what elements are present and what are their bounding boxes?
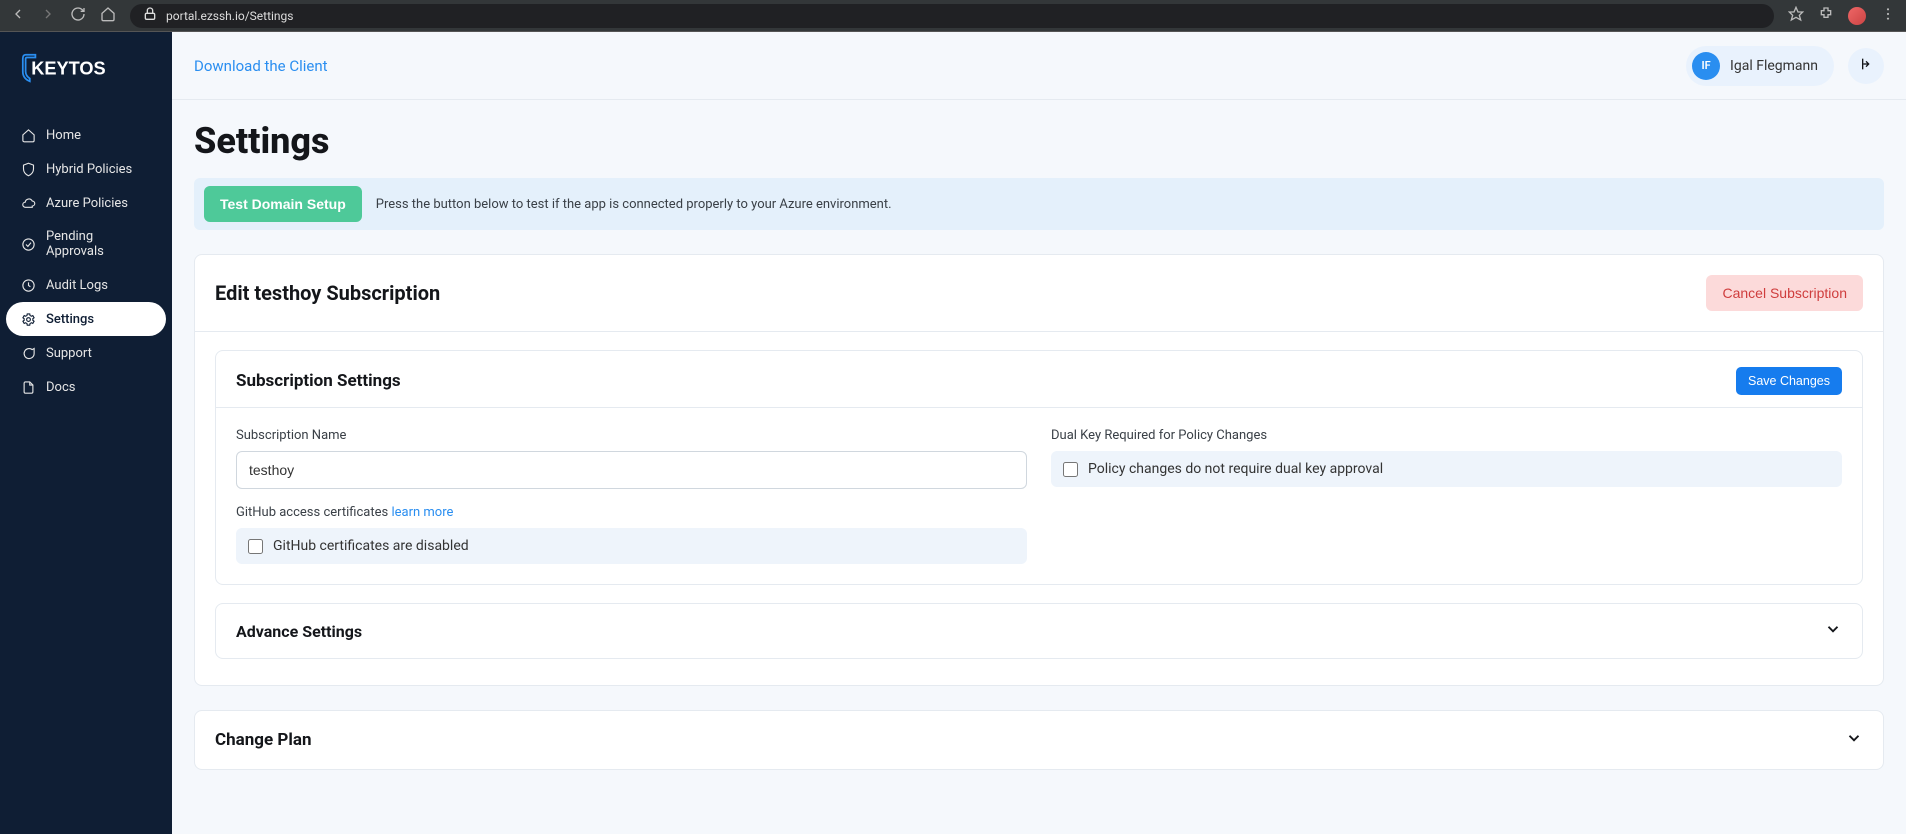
edit-subscription-card: Edit testhoy Subscription Cancel Subscri… xyxy=(194,254,1884,686)
alert-bar: Test Domain Setup Press the button below… xyxy=(194,178,1884,230)
svg-text:KEYTOS: KEYTOS xyxy=(31,58,105,78)
alert-text: Press the button below to test if the ap… xyxy=(376,197,892,212)
sidebar-item-label: Home xyxy=(46,128,81,143)
user-name: Igal Flegmann xyxy=(1730,58,1818,74)
sidebar-item-settings[interactable]: Settings xyxy=(6,302,166,336)
sidebar-item-pending-approvals[interactable]: Pending Approvals xyxy=(6,220,166,268)
github-certs-label: GitHub access certificates learn more xyxy=(236,505,1027,520)
chat-icon xyxy=(20,345,36,361)
extensions-icon[interactable] xyxy=(1818,6,1834,26)
sidebar-item-label: Pending Approvals xyxy=(46,229,152,259)
advance-settings-accordion[interactable]: Advance Settings xyxy=(215,603,1863,659)
chevron-down-icon xyxy=(1824,620,1842,642)
document-icon xyxy=(20,379,36,395)
user-chip[interactable]: IF Igal Flegmann xyxy=(1686,46,1834,86)
save-changes-button[interactable]: Save Changes xyxy=(1736,367,1842,395)
download-client-link[interactable]: Download the Client xyxy=(194,57,328,75)
check-circle-icon xyxy=(20,236,36,252)
sidebar-item-label: Audit Logs xyxy=(46,278,108,293)
reload-icon[interactable] xyxy=(70,6,86,26)
subscription-name-input[interactable] xyxy=(236,451,1027,489)
edit-subscription-title: Edit testhoy Subscription xyxy=(215,281,440,305)
page-title: Settings xyxy=(194,120,1884,162)
sidebar-item-label: Settings xyxy=(46,312,94,327)
gear-icon xyxy=(20,311,36,327)
github-certs-checkbox-label: GitHub certificates are disabled xyxy=(273,538,469,554)
subscription-name-label: Subscription Name xyxy=(236,428,1027,443)
chevron-down-icon xyxy=(1845,729,1863,751)
dualkey-checkbox[interactable] xyxy=(1063,462,1078,477)
sidebar-item-docs[interactable]: Docs xyxy=(6,370,166,404)
profile-avatar-icon[interactable] xyxy=(1848,7,1866,25)
subscription-settings-panel: Subscription Settings Save Changes Subsc… xyxy=(215,350,1863,585)
sidebar-item-azure-policies[interactable]: Azure Policies xyxy=(6,186,166,220)
browser-chrome: portal.ezssh.io/Settings xyxy=(0,0,1906,32)
clock-icon xyxy=(20,277,36,293)
dualkey-checkbox-label: Policy changes do not require dual key a… xyxy=(1088,461,1383,477)
sidebar-item-label: Docs xyxy=(46,380,75,395)
cloud-icon xyxy=(20,195,36,211)
sidebar-item-audit-logs[interactable]: Audit Logs xyxy=(6,268,166,302)
sidebar-item-label: Hybrid Policies xyxy=(46,162,132,177)
avatar: IF xyxy=(1692,52,1720,80)
forward-icon[interactable] xyxy=(40,6,56,26)
change-plan-title: Change Plan xyxy=(215,730,311,750)
dualkey-checkbox-row[interactable]: Policy changes do not require dual key a… xyxy=(1051,451,1842,487)
back-icon[interactable] xyxy=(10,6,26,26)
sidebar-item-label: Support xyxy=(46,346,92,361)
panel-title: Subscription Settings xyxy=(236,371,401,391)
sidebar-item-support[interactable]: Support xyxy=(6,336,166,370)
sidebar-item-home[interactable]: Home xyxy=(6,118,166,152)
sidebar-item-hybrid-policies[interactable]: Hybrid Policies xyxy=(6,152,166,186)
star-icon[interactable] xyxy=(1788,6,1804,26)
change-plan-accordion[interactable]: Change Plan xyxy=(194,710,1884,770)
advance-settings-title: Advance Settings xyxy=(236,622,362,641)
sidebar-item-label: Azure Policies xyxy=(46,196,128,211)
learn-more-link[interactable]: learn more xyxy=(391,505,453,520)
topbar: Download the Client IF Igal Flegmann xyxy=(172,32,1906,100)
home-icon[interactable] xyxy=(100,6,116,26)
sidebar: KEYTOS Home Hybrid Policies Azure Polici… xyxy=(0,32,172,834)
lock-icon xyxy=(142,6,158,25)
test-domain-button[interactable]: Test Domain Setup xyxy=(204,186,362,222)
menu-dots-icon[interactable] xyxy=(1880,6,1896,26)
address-bar[interactable]: portal.ezssh.io/Settings xyxy=(130,4,1774,28)
dualkey-label: Dual Key Required for Policy Changes xyxy=(1051,428,1842,443)
github-certs-checkbox-row[interactable]: GitHub certificates are disabled xyxy=(236,528,1027,564)
logo: KEYTOS xyxy=(0,50,172,118)
github-certs-checkbox[interactable] xyxy=(248,539,263,554)
logout-button[interactable] xyxy=(1848,48,1884,84)
cancel-subscription-button[interactable]: Cancel Subscription xyxy=(1706,275,1863,311)
home-icon xyxy=(20,127,36,143)
logout-icon xyxy=(1858,56,1874,76)
url-text: portal.ezssh.io/Settings xyxy=(166,9,293,23)
shield-icon xyxy=(20,161,36,177)
